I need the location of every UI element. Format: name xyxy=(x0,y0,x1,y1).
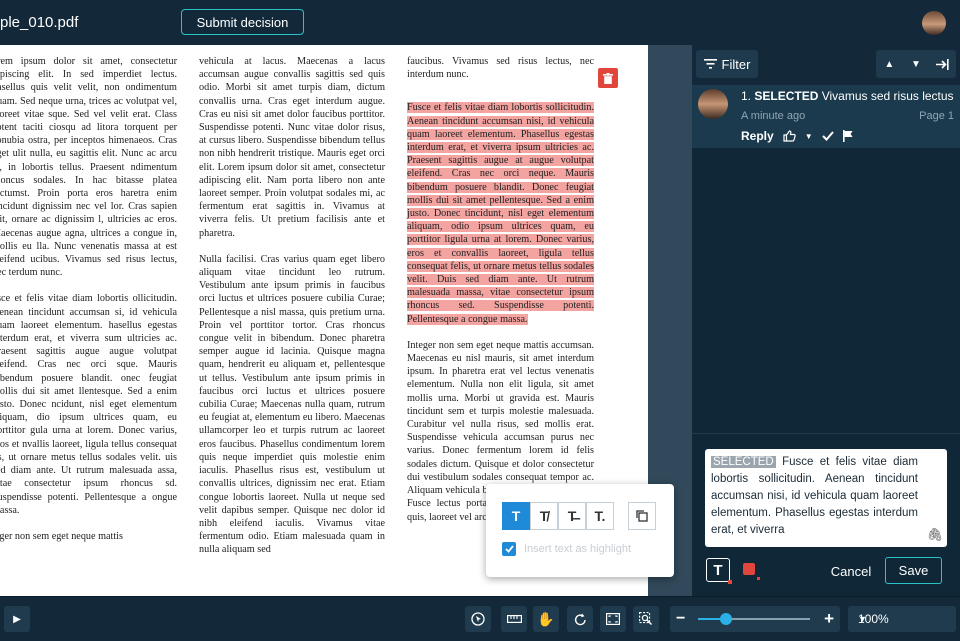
comment-actions: Reply ▼ xyxy=(741,129,854,143)
fit-page-button[interactable] xyxy=(600,606,626,632)
paperclip-icon[interactable]: 🖇 xyxy=(926,527,943,543)
delete-annotation-button[interactable] xyxy=(598,68,618,88)
paragraph: usce et felis vitae diam lobortis ollici… xyxy=(0,293,177,516)
caret-up-icon: ▲ xyxy=(884,58,895,70)
previous-comment-button[interactable]: ▲ xyxy=(876,50,903,78)
editor-text: Fusce et felis vitae diam lobortis solli… xyxy=(711,456,918,536)
zoom-level-select[interactable]: 100% ▼ xyxy=(848,606,956,632)
chevron-down-icon: ▼ xyxy=(858,614,867,624)
editor-content[interactable]: SELECTED Fusce et felis vitae diam lobor… xyxy=(711,454,918,539)
paragraph: Nulla facilisi. Cras varius quam eget li… xyxy=(199,253,385,556)
cursor-circle-icon xyxy=(471,612,485,626)
comments-panel: Filter ▲ ▼ 1. SELECTED Vivamus sed risus… xyxy=(692,45,960,597)
dropdown-corner-icon xyxy=(728,580,732,584)
submit-decision-button[interactable]: Submit decision xyxy=(181,9,304,35)
arrow-to-right-icon xyxy=(936,58,949,70)
check-icon[interactable] xyxy=(821,131,834,141)
select-tool-button[interactable] xyxy=(465,606,491,632)
highlighted-paragraph[interactable]: Fusce et felis vitae diam lobortis solli… xyxy=(407,101,594,325)
comment-title: 1. SELECTED Vivamus sed risus lectus xyxy=(741,89,954,103)
insert-as-highlight-checkbox[interactable] xyxy=(502,542,516,556)
user-avatar[interactable] xyxy=(922,11,946,35)
comment-tag: SELECTED xyxy=(754,89,819,103)
filter-bar: Filter ▲ ▼ xyxy=(692,45,960,86)
caret-down-icon[interactable]: ▼ xyxy=(805,132,813,141)
collapse-panel-button[interactable] xyxy=(929,50,956,78)
paragraph: faucibus. Vivamus sed risus lectus, nec … xyxy=(407,56,594,81)
trash-icon xyxy=(603,72,613,84)
reply-button[interactable]: Reply xyxy=(741,129,774,143)
pan-tool-button[interactable]: ✋ xyxy=(533,606,559,632)
zoom-in-button[interactable]: + xyxy=(824,609,834,629)
flag-icon[interactable] xyxy=(842,130,854,142)
dropdown-corner-icon xyxy=(757,577,760,580)
highlight-text-button[interactable]: T xyxy=(502,502,530,530)
paragraph: orem ipsum dolor sit amet, consectetur d… xyxy=(0,56,177,279)
marquee-zoom-button[interactable] xyxy=(633,606,659,632)
checkmark-icon xyxy=(504,545,514,553)
strikeout-text-button[interactable]: T̸ xyxy=(530,502,558,530)
selected-tag: SELECTED xyxy=(711,456,776,468)
ruler-icon xyxy=(506,615,522,623)
measure-tool-button[interactable] xyxy=(501,606,527,632)
zoom-slider-handle[interactable] xyxy=(720,613,732,625)
comment-page: Page 1 xyxy=(919,110,954,122)
save-button[interactable]: Save xyxy=(885,557,942,584)
comment-textarea[interactable]: SELECTED Fusce et felis vitae diam lobor… xyxy=(705,449,947,547)
rotate-button[interactable] xyxy=(567,606,593,632)
text-column-3: faucibus. Vivamus sed risus lectus, nec … xyxy=(407,55,594,537)
copy-icon xyxy=(636,510,648,522)
top-bar: ple_010.pdf Submit decision xyxy=(0,0,960,46)
text-style-button[interactable]: T xyxy=(706,558,732,584)
underline-text-button[interactable]: T. xyxy=(586,502,614,530)
comment-text: Vivamus sed risus lectus xyxy=(821,89,954,103)
hand-icon: ✋ xyxy=(537,610,555,627)
toggle-thumbnails-button[interactable]: ▶ xyxy=(4,606,30,632)
comment-editor: SELECTED Fusce et felis vitae diam lobor… xyxy=(692,433,960,597)
thumbs-up-icon[interactable] xyxy=(783,130,796,142)
text-column-1: orem ipsum dolor sit amet, consectetur d… xyxy=(0,55,177,556)
fit-page-icon xyxy=(606,613,620,625)
checkbox-label: Insert text as highlight xyxy=(524,543,632,555)
filter-label: Filter xyxy=(721,56,751,72)
paragraph: vehicula at lacus. Maecenas a lacus accu… xyxy=(199,56,385,239)
zoom-slider-group: − + xyxy=(670,606,840,632)
comment-navigation: ▲ ▼ xyxy=(876,50,956,78)
highlight-annotation[interactable]: Fusce et felis vitae diam lobortis solli… xyxy=(407,102,594,325)
bottom-toolbar: ▶ ✋ − + 100% ▼ xyxy=(0,596,960,641)
color-picker-button[interactable] xyxy=(743,563,760,580)
filter-button[interactable]: Filter xyxy=(696,50,758,78)
caret-down-icon: ▼ xyxy=(911,58,921,70)
text-strikethrough-icon: T̶ xyxy=(567,508,577,524)
play-right-icon: ▶ xyxy=(13,613,21,625)
rotate-icon xyxy=(574,613,586,626)
zoom-out-button[interactable]: − xyxy=(676,610,685,628)
cancel-button[interactable]: Cancel xyxy=(820,558,882,584)
comment-item[interactable]: 1. SELECTED Vivamus sed risus lectus A m… xyxy=(692,86,960,148)
filter-icon xyxy=(703,59,717,69)
copy-button[interactable] xyxy=(628,502,656,530)
text-markup-toolbar: T T̸ T̶ T. Insert text as highlight xyxy=(486,484,674,577)
next-comment-button[interactable]: ▼ xyxy=(903,50,930,78)
paragraph: teger non sem eget neque mattis xyxy=(0,530,123,542)
comment-timestamp: A minute ago xyxy=(741,110,806,122)
zoom-area-icon xyxy=(639,612,653,626)
text-column-2: vehicula at lacus. Maecenas a lacus accu… xyxy=(199,55,385,570)
comment-index: 1. xyxy=(741,89,752,103)
text-highlight-icon: T xyxy=(511,508,521,524)
document-filename: ple_010.pdf xyxy=(0,14,79,31)
text-underline-icon: T. xyxy=(594,508,606,524)
text-icon: T xyxy=(713,561,723,579)
text-strikeout-icon: T̸ xyxy=(539,508,549,524)
commenter-avatar xyxy=(698,89,728,119)
strikethrough-text-button[interactable]: T̶ xyxy=(558,502,586,530)
